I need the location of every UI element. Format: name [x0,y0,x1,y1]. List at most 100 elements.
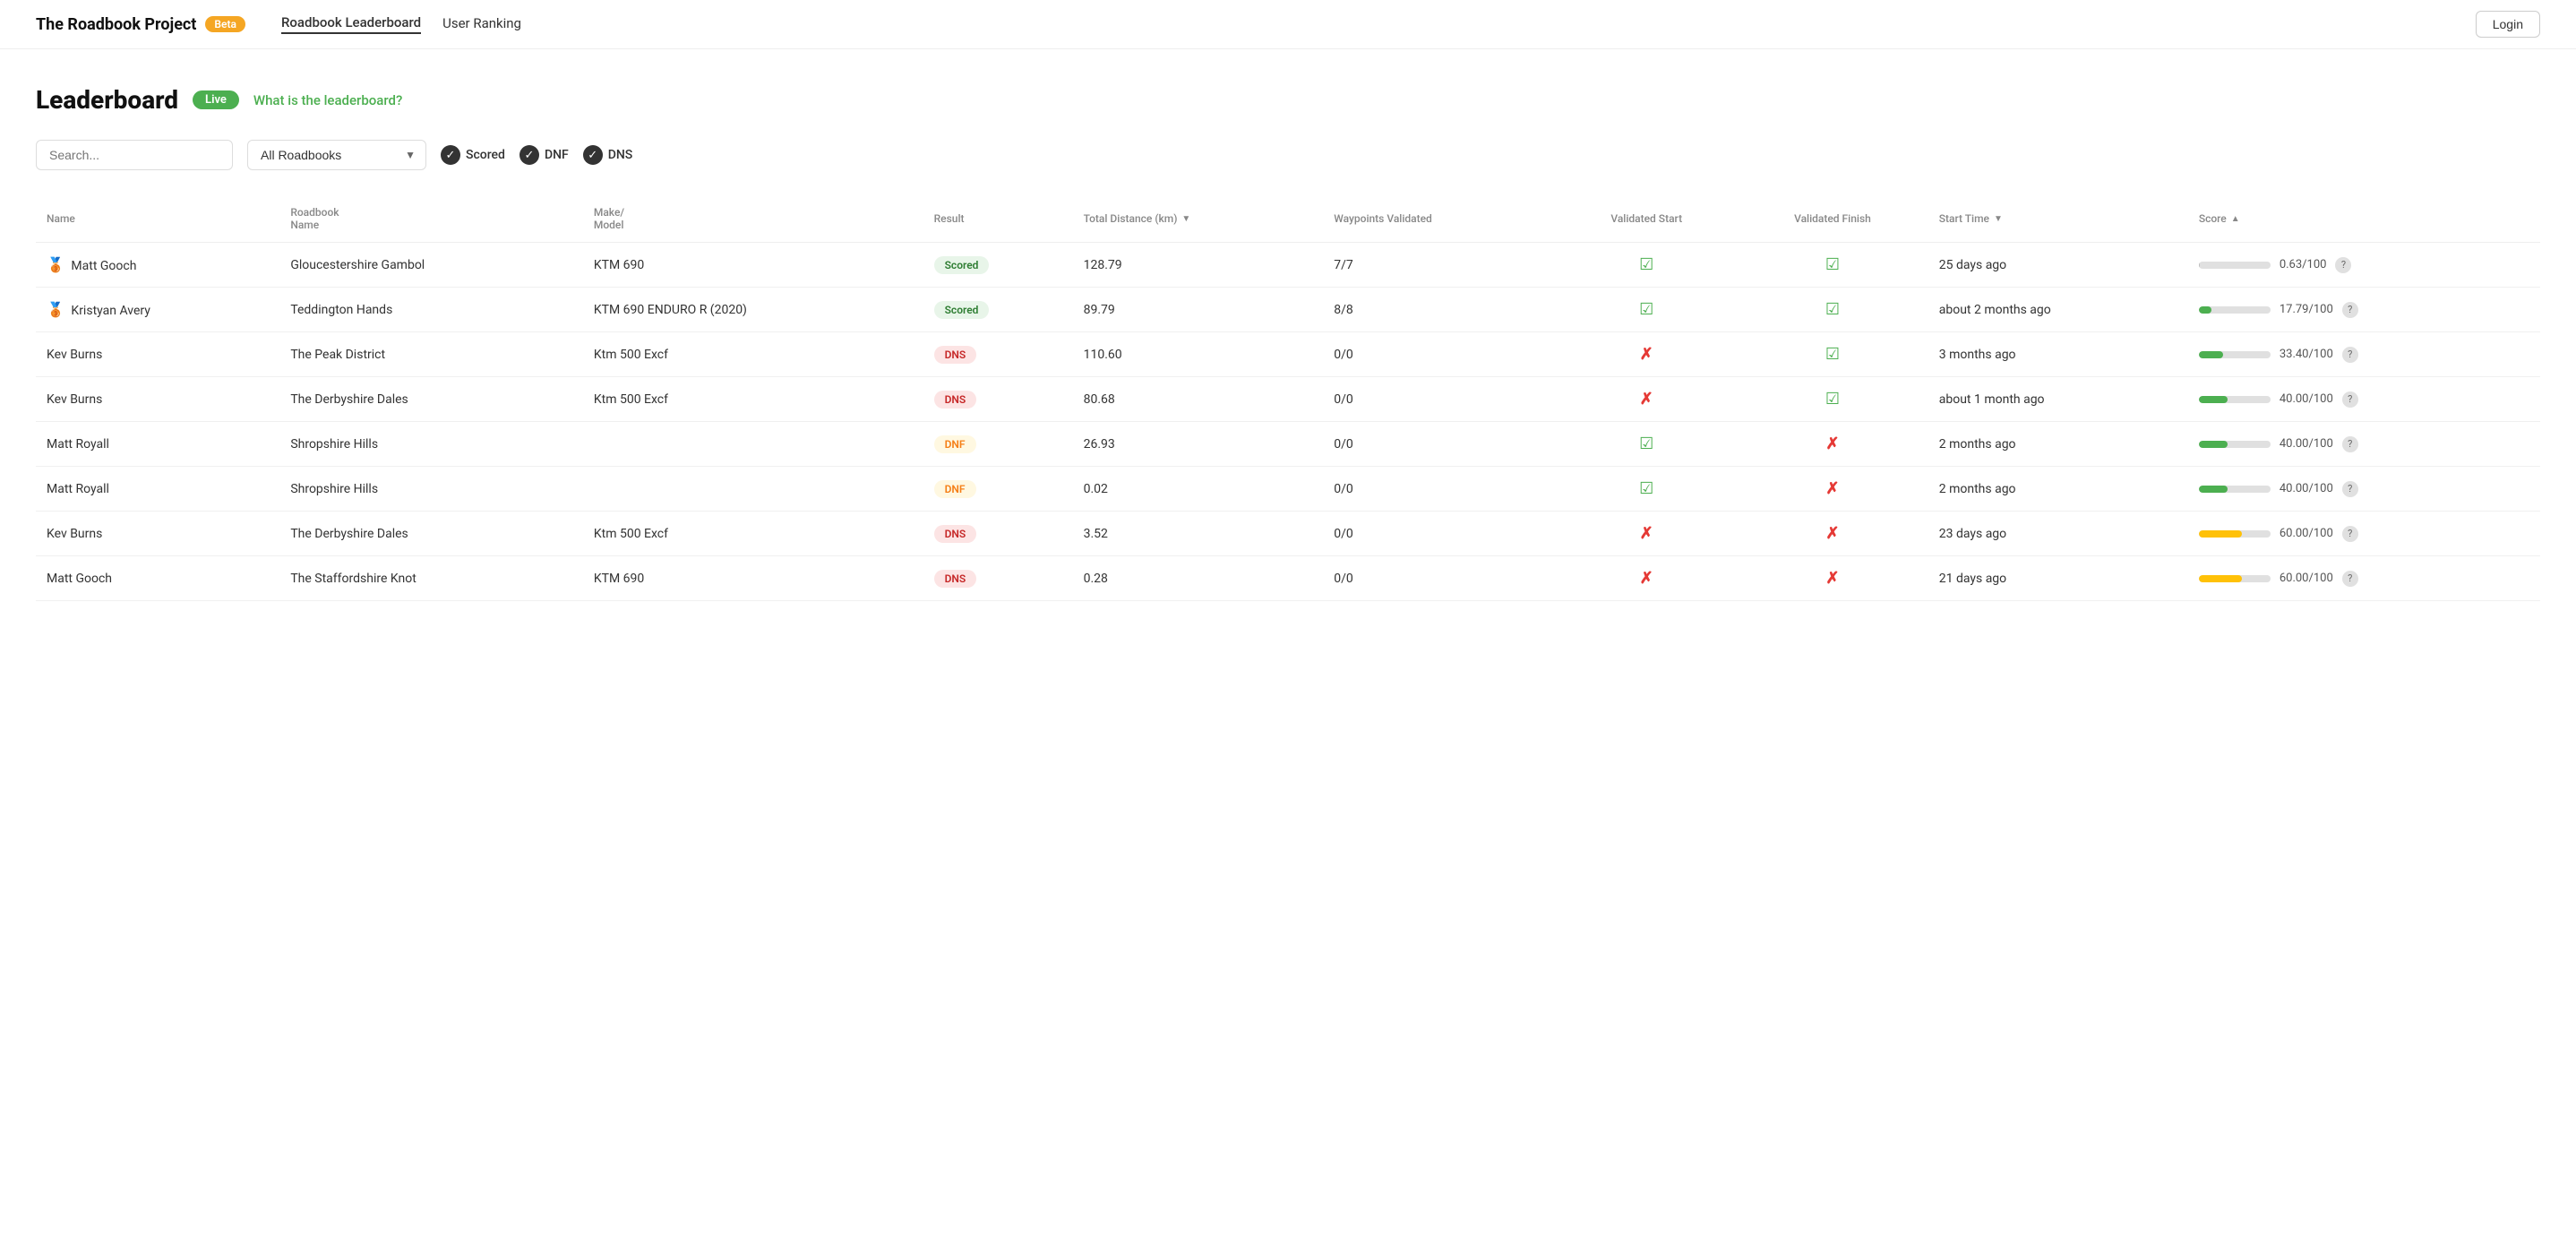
leaderboard-table-wrapper: Name RoadbookName Make/Model Result Tota… [36,199,2540,601]
cell-distance: 0.28 [1073,556,1324,601]
filter-checkboxes: ✓ Scored ✓ DNF ✓ DNS [441,145,632,165]
cell-distance: 89.79 [1073,288,1324,332]
result-badge: DNF [934,480,976,498]
scored-label: Scored [466,148,505,162]
vfinish-check-icon: ☑ [1825,390,1840,409]
live-badge: Live [193,90,239,109]
score-text: 17.79/100 [2280,303,2333,316]
cell-result: DNS [923,556,1073,601]
cell-make: KTM 690 ENDURO R (2020) [583,288,923,332]
score-help-icon[interactable]: ? [2342,481,2358,497]
roadbook-select[interactable]: All Roadbooks [247,140,426,170]
cell-roadbook: The Derbyshire Dales [279,512,583,556]
result-badge: DNS [934,570,977,588]
result-badge: Scored [934,301,990,319]
score-text: 40.00/100 [2280,392,2333,406]
search-input[interactable] [36,140,233,170]
login-button[interactable]: Login [2476,11,2540,38]
filter-scored[interactable]: ✓ Scored [441,145,505,165]
table-body: 🥉 Matt Gooch Gloucestershire Gambol KTM … [36,243,2540,601]
score-text: 40.00/100 [2280,437,2333,451]
cell-distance: 80.68 [1073,377,1324,422]
score-bar-wrapper: 40.00/100 ? [2199,436,2529,452]
result-badge: Scored [934,256,990,274]
nav: Roadbook Leaderboard User Ranking [281,14,521,34]
page-content: Leaderboard Live What is the leaderboard… [0,49,2576,601]
brand-title: The Roadbook Project [36,15,196,34]
cell-score: 40.00/100 ? [2188,422,2540,467]
table-row: Kev Burns The Peak District Ktm 500 Excf… [36,332,2540,377]
leaderboard-info-link[interactable]: What is the leaderboard? [253,92,402,108]
cell-roadbook: Shropshire Hills [279,467,583,512]
cell-starttime: 3 months ago [1928,332,2188,377]
nav-roadbook-leaderboard[interactable]: Roadbook Leaderboard [281,14,421,34]
cell-vstart: ✗ [1556,556,1737,601]
score-bar-fill [2199,486,2228,493]
table-row: Matt Royall Shropshire Hills DNF 26.93 0… [36,422,2540,467]
cell-starttime: about 2 months ago [1928,288,2188,332]
score-help-icon[interactable]: ? [2342,526,2358,542]
cell-vstart: ✗ [1556,332,1737,377]
cell-waypoints: 0/0 [1323,377,1556,422]
cell-score: 60.00/100 ? [2188,512,2540,556]
table-row: Kev Burns The Derbyshire Dales Ktm 500 E… [36,512,2540,556]
cell-vfinish: ☑ [1737,243,1928,288]
cell-name: Kev Burns [36,332,279,377]
score-bar-wrapper: 17.79/100 ? [2199,302,2529,318]
score-help-icon[interactable]: ? [2342,347,2358,363]
cell-score: 0.63/100 ? [2188,243,2540,288]
col-header-result: Result [923,199,1073,243]
vstart-check-icon: ☑ [1639,300,1653,319]
cell-vstart: ☑ [1556,467,1737,512]
scored-check-icon: ✓ [441,145,460,165]
score-bar-wrapper: 40.00/100 ? [2199,391,2529,408]
col-header-score: Score ▲ [2188,199,2540,243]
table-row: Matt Gooch The Staffordshire Knot KTM 69… [36,556,2540,601]
cell-result: Scored [923,243,1073,288]
name-text: Matt Gooch [71,259,136,273]
page-header: Leaderboard Live What is the leaderboard… [36,85,2540,115]
cell-roadbook: The Staffordshire Knot [279,556,583,601]
result-badge: DNF [934,435,976,453]
cell-result: DNS [923,377,1073,422]
vfinish-cross-icon: ✗ [1825,569,1839,588]
filter-dnf[interactable]: ✓ DNF [519,145,569,165]
vfinish-check-icon: ☑ [1825,345,1840,364]
cell-starttime: 25 days ago [1928,243,2188,288]
score-help-icon[interactable]: ? [2342,302,2358,318]
cell-waypoints: 0/0 [1323,332,1556,377]
vstart-cross-icon: ✗ [1640,569,1653,588]
cell-score: 17.79/100 ? [2188,288,2540,332]
score-bar-wrapper: 60.00/100 ? [2199,571,2529,587]
header: The Roadbook Project Beta Roadbook Leade… [0,0,2576,49]
score-text: 40.00/100 [2280,482,2333,495]
score-help-icon[interactable]: ? [2342,436,2358,452]
cell-vstart: ✗ [1556,377,1737,422]
cell-starttime: 21 days ago [1928,556,2188,601]
cell-result: DNS [923,332,1073,377]
result-badge: DNS [934,346,977,364]
col-header-name: Name [36,199,279,243]
score-bar-bg [2199,351,2271,358]
name-text: Matt Royall [47,482,109,496]
score-text: 60.00/100 [2280,572,2333,585]
filter-dns[interactable]: ✓ DNS [583,145,633,165]
cell-starttime: 2 months ago [1928,467,2188,512]
vfinish-cross-icon: ✗ [1825,524,1839,543]
cell-make: Ktm 500 Excf [583,332,923,377]
cell-result: Scored [923,288,1073,332]
cell-name: 🥉 Kristyan Avery [36,288,279,332]
score-help-icon[interactable]: ? [2342,391,2358,408]
cell-distance: 110.60 [1073,332,1324,377]
score-help-icon[interactable]: ? [2342,571,2358,587]
nav-user-ranking[interactable]: User Ranking [442,15,521,33]
vstart-check-icon: ☑ [1639,255,1653,274]
cell-make: Ktm 500 Excf [583,377,923,422]
medal-icon: 🥉 [47,301,64,318]
cell-result: DNF [923,467,1073,512]
vstart-cross-icon: ✗ [1640,345,1653,364]
score-help-icon[interactable]: ? [2335,257,2351,273]
cell-make: KTM 690 [583,243,923,288]
score-bar-fill [2199,530,2242,538]
vfinish-cross-icon: ✗ [1825,434,1839,453]
